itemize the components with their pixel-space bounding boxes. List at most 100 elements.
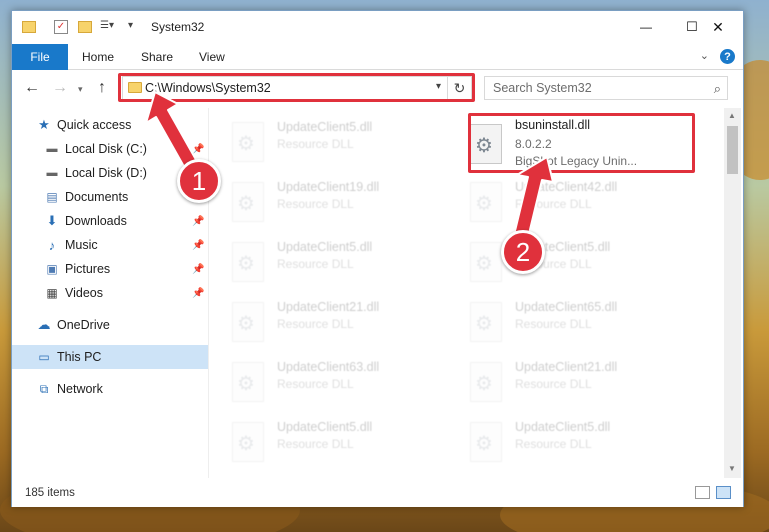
file-type: Resource DLL	[277, 377, 354, 391]
file-name: UpdateClient65.dll	[515, 300, 618, 314]
pin-icon[interactable]: 📌	[192, 144, 204, 155]
dll-file-icon: ⚙	[232, 242, 264, 282]
sidebar-item-label: Videos	[65, 286, 103, 300]
file-type: Resource DLL	[515, 377, 592, 391]
search-placeholder: Search System32	[493, 81, 592, 95]
sidebar-item-label: Pictures	[65, 262, 111, 276]
file-name: UpdateClient63.dll	[277, 360, 380, 374]
file-item[interactable]: ⚙ UpdateClient63.dll Resource DLL	[222, 354, 447, 410]
sidebar-item-downloads[interactable]: ⬇ Downloads 📌	[12, 209, 208, 233]
customize-toolbar-icon[interactable]: ▾	[128, 20, 142, 34]
network-icon: ⧉	[39, 381, 49, 396]
pin-icon[interactable]: 📌	[192, 264, 204, 275]
details-view-icon[interactable]	[695, 486, 710, 499]
sidebar-item-label: OneDrive	[57, 318, 110, 332]
file-item[interactable]: ⚙ UpdateClient5.dll Resource DLL	[222, 114, 447, 170]
properties-icon[interactable]: ✓	[54, 20, 68, 34]
recent-locations-icon[interactable]: ▾	[78, 84, 83, 95]
address-highlight-box	[118, 73, 475, 102]
tab-file[interactable]: File	[12, 44, 68, 70]
dll-file-icon: ⚙	[470, 182, 502, 222]
tab-view[interactable]: View	[199, 44, 225, 70]
pictures-icon: ▣	[46, 262, 58, 276]
dll-file-icon: ⚙	[470, 422, 502, 462]
download-icon: ⬇	[46, 213, 58, 228]
scroll-up-icon[interactable]: ▲	[728, 111, 736, 120]
drive-icon: ▬	[46, 167, 58, 179]
sidebar-item-music[interactable]: ♪ Music 📌	[12, 233, 208, 257]
large-icons-view-icon[interactable]	[716, 486, 731, 499]
back-arrow-icon[interactable]: ←	[24, 79, 40, 97]
file-item[interactable]: ⚙ UpdateClient42.dll Resource DLL	[460, 174, 685, 230]
dll-file-icon: ⚙	[470, 362, 502, 402]
sidebar-item-label: Local Disk (D:)	[65, 166, 147, 180]
minimize-button[interactable]: —	[623, 11, 669, 43]
expand-ribbon-icon[interactable]: ⌄	[700, 49, 709, 62]
dll-file-icon: ⚙	[470, 302, 502, 342]
file-item[interactable]: ⚙ UpdateClient5.dll Resource DLL	[222, 414, 447, 470]
sidebar-item-videos[interactable]: ▦ Videos 📌	[12, 281, 208, 305]
scroll-thumb[interactable]	[727, 126, 738, 174]
title-bar: ✓ ☰▾ ▾ System32 — ☐ ✕	[12, 11, 743, 43]
folder-icon	[22, 21, 36, 33]
file-name: UpdateClient5.dll	[277, 120, 373, 134]
file-name: UpdateClient5.dll	[277, 240, 373, 254]
sidebar-item-onedrive[interactable]: ☁ OneDrive	[12, 313, 208, 337]
file-name: UpdateClient21.dll	[277, 300, 380, 314]
file-name: UpdateClient42.dll	[515, 180, 618, 194]
dll-file-icon: ⚙	[232, 122, 264, 162]
dll-file-icon: ⚙	[232, 362, 264, 402]
documents-icon: ▤	[46, 190, 58, 204]
forward-arrow-icon[interactable]: →	[52, 79, 68, 97]
star-icon: ★	[38, 117, 50, 132]
videos-icon: ▦	[46, 286, 58, 300]
drive-icon: ▬	[46, 143, 58, 155]
sidebar-item-label: Downloads	[65, 214, 127, 228]
file-item[interactable]: ⚙ UpdateClient19.dll Resource DLL	[222, 174, 447, 230]
search-icon[interactable]: ⌕	[714, 81, 721, 97]
file-item[interactable]: ⚙ UpdateClient65.dll Resource DLL	[460, 294, 685, 350]
quick-access-menu-icon[interactable]: ☰▾	[100, 20, 114, 34]
pin-icon[interactable]: 📌	[192, 288, 204, 299]
sidebar-item-pictures[interactable]: ▣ Pictures 📌	[12, 257, 208, 281]
dll-file-icon: ⚙	[470, 242, 502, 282]
music-icon: ♪	[48, 237, 56, 253]
sidebar-item-local-disk-c[interactable]: ▬ Local Disk (C:) 📌	[12, 137, 208, 161]
file-name: UpdateClient5.dll	[277, 420, 373, 434]
file-item[interactable]: ⚙ UpdateClient21.dll Resource DLL	[460, 354, 685, 410]
navigation-pane: ★ Quick access ▬ Local Disk (C:) 📌 ▬ Loc…	[12, 108, 208, 478]
up-arrow-icon[interactable]: ↑	[98, 79, 106, 97]
help-button[interactable]: ?	[720, 49, 735, 64]
sidebar-item-label: Music	[65, 238, 98, 252]
window-title: System32	[151, 20, 205, 34]
file-item[interactable]: ⚙ UpdateClient21.dll Resource DLL	[222, 294, 447, 350]
file-highlight-box	[468, 113, 695, 173]
file-type: Resource DLL	[277, 257, 354, 271]
file-item[interactable]: ⚙ UpdateClient5.dll Resource DLL	[460, 414, 685, 470]
sidebar-item-quick-access[interactable]: ★ Quick access	[12, 113, 208, 137]
close-button[interactable]: ✕	[695, 11, 741, 43]
cloud-icon: ☁	[37, 317, 51, 332]
dll-file-icon: ⚙	[232, 422, 264, 462]
tab-home[interactable]: Home	[82, 44, 114, 70]
tab-share[interactable]: Share	[141, 44, 173, 70]
sidebar-item-network[interactable]: ⧉ Network	[12, 377, 208, 401]
sidebar-item-label: Network	[57, 382, 103, 396]
scroll-down-icon[interactable]: ▼	[728, 464, 736, 473]
pin-icon[interactable]: 📌	[192, 240, 204, 251]
file-item[interactable]: ⚙ UpdateClient5.dll Resource DLL	[222, 234, 447, 290]
pin-icon[interactable]: 📌	[192, 216, 204, 227]
ribbon-tabs: File Home Share View ⌄ ?	[12, 44, 743, 70]
sidebar-item-this-pc[interactable]: ▭ This PC	[12, 345, 208, 369]
file-type: Resource DLL	[277, 437, 354, 451]
sidebar-item-label: Quick access	[57, 118, 132, 132]
dll-file-icon: ⚙	[232, 182, 264, 222]
new-folder-icon[interactable]	[78, 21, 92, 33]
sidebar-item-label: Documents	[65, 190, 129, 204]
search-input[interactable]: Search System32 ⌕	[484, 76, 728, 100]
file-item[interactable]: ⚙ UpdateClient5.dll Resource DLL	[460, 234, 685, 290]
callout-badge-2: 2	[501, 230, 545, 274]
vertical-scrollbar[interactable]: ▲ ▼	[724, 108, 741, 478]
file-name: UpdateClient21.dll	[515, 360, 618, 374]
file-type: Resource DLL	[277, 197, 354, 211]
